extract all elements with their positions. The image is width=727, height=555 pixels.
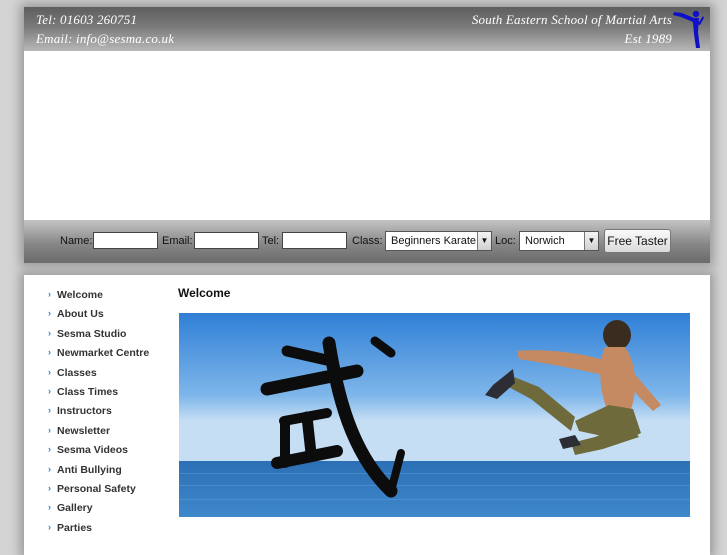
chevron-right-icon: › xyxy=(48,289,51,299)
sidebar-item-parties[interactable]: › Parties xyxy=(48,522,92,534)
sidebar-item-newsletter[interactable]: › Newsletter xyxy=(48,425,110,437)
sidebar-item-label: Anti Bullying xyxy=(57,463,122,476)
loc-label: Loc: xyxy=(495,235,516,247)
hero-image xyxy=(179,313,690,517)
sidebar-item-label: Sesma Videos xyxy=(57,444,129,457)
chevron-down-icon[interactable]: ▼ xyxy=(477,232,491,250)
established-year: Est 1989 xyxy=(624,31,672,46)
sidebar-item-label: Gallery xyxy=(57,502,93,515)
sidebar-item-label: Personal Safety xyxy=(57,483,136,495)
email-address[interactable]: Email: info@sesma.co.uk xyxy=(36,31,174,47)
name-input[interactable] xyxy=(93,232,158,249)
chevron-right-icon: › xyxy=(48,444,51,455)
school-name: South Eastern School of Martial Arts xyxy=(471,12,672,27)
free-taster-button[interactable]: Free Taster xyxy=(604,229,671,253)
email-input[interactable] xyxy=(194,232,259,249)
chevron-right-icon: › xyxy=(48,483,51,493)
location-select-value: Norwich xyxy=(525,235,565,247)
tel-input[interactable] xyxy=(282,232,347,249)
class-select[interactable]: Beginners Karate ▼ xyxy=(385,231,492,251)
tel-label: Tel: xyxy=(262,235,280,247)
sidebar-item-class-times[interactable]: › Class Times xyxy=(48,386,118,398)
sidebar-item-anti-bullying[interactable]: › Anti Bullying xyxy=(48,464,122,476)
chevron-right-icon: › xyxy=(48,347,51,358)
chevron-right-icon: › xyxy=(48,308,51,319)
sidebar-item-label: Newsletter xyxy=(57,424,111,437)
content-panel: › Welcome › About Us › Sesma Studio › Newmarket… xyxy=(24,275,710,555)
chevron-right-icon: › xyxy=(48,521,51,532)
chevron-right-icon: › xyxy=(48,386,51,396)
chevron-right-icon: › xyxy=(48,405,51,416)
chevron-right-icon: › xyxy=(48,424,51,435)
class-label: Class: xyxy=(352,235,383,247)
chevron-down-icon[interactable]: ▼ xyxy=(584,232,598,250)
chevron-right-icon: › xyxy=(48,463,51,474)
phone-number: Tel: 01603 260751 xyxy=(36,12,138,27)
sidebar-item-label: Class Times xyxy=(57,386,119,398)
email-label: Email: xyxy=(162,235,193,247)
chevron-right-icon: › xyxy=(48,366,51,377)
sidebar-item-label: Instructors xyxy=(57,405,112,418)
class-select-value: Beginners Karate xyxy=(391,235,476,247)
sidebar-item-label: About Us xyxy=(57,308,104,321)
chevron-right-icon: › xyxy=(48,502,51,513)
sidebar-item-sesma-videos[interactable]: › Sesma Videos xyxy=(48,444,128,456)
martial-artist-kick-icon[interactable] xyxy=(672,8,704,50)
sidebar-item-label: Sesma Studio xyxy=(57,327,127,340)
name-label: Name: xyxy=(60,235,93,247)
header-panel: Tel: 01603 260751 Email: info@sesma.co.u… xyxy=(24,7,710,263)
sidebar-item-label: Newmarket Centre xyxy=(57,347,150,360)
location-select[interactable]: Norwich ▼ xyxy=(519,231,599,251)
sidebar-item-about-us[interactable]: › About Us xyxy=(48,308,104,320)
sidebar-item-label: Welcome xyxy=(57,289,103,301)
chevron-right-icon: › xyxy=(48,327,51,338)
top-bar: Tel: 01603 260751 Email: info@sesma.co.u… xyxy=(24,7,710,51)
sidebar-item-personal-safety[interactable]: › Personal Safety xyxy=(48,483,136,495)
sidebar-item-classes[interactable]: › Classes xyxy=(48,367,97,379)
taster-form: Name: Email: Tel: Class: Beginners Karat… xyxy=(24,220,710,263)
sidebar-item-sesma-studio[interactable]: › Sesma Studio xyxy=(48,328,126,340)
sidebar-item-gallery[interactable]: › Gallery xyxy=(48,502,93,514)
sidebar-item-instructors[interactable]: › Instructors xyxy=(48,405,112,417)
sidebar-item-label: Parties xyxy=(57,521,93,534)
sidebar-item-newmarket-centre[interactable]: › Newmarket Centre xyxy=(48,347,149,359)
sidebar-item-welcome[interactable]: › Welcome xyxy=(48,289,103,301)
sidebar-item-label: Classes xyxy=(57,366,97,379)
page-title: Welcome xyxy=(178,286,231,300)
